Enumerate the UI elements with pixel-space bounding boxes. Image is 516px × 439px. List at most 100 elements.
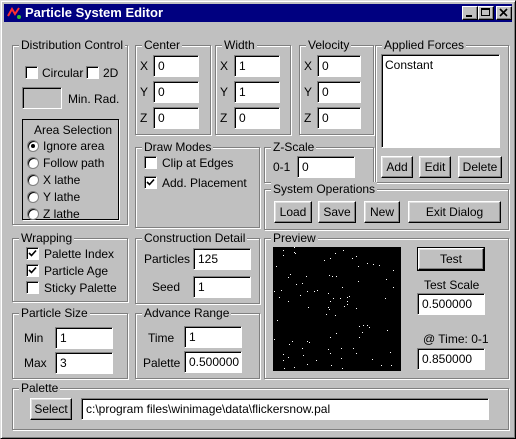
radio-ignore-area[interactable] — [27, 140, 39, 152]
width-x-input[interactable]: 1 — [234, 55, 280, 77]
preview-group: Preview Test Test Scale 0.500000 @ Time:… — [264, 231, 509, 379]
minimize-button[interactable] — [462, 6, 478, 20]
particle-dot — [330, 353, 331, 354]
width-x-label: X — [220, 59, 229, 73]
z-scale-input[interactable]: 0 — [297, 156, 355, 178]
palette-index-checkbox[interactable] — [26, 247, 39, 260]
velocity-x-input[interactable]: 0 — [317, 55, 361, 77]
option-follow-path: Follow path — [43, 156, 105, 170]
particle-dot — [328, 293, 329, 294]
draw-modes-group: Draw Modes Clip at Edges Add. Placement — [135, 140, 260, 228]
radio-y-lathe[interactable] — [27, 191, 39, 203]
center-x-label: X — [140, 59, 149, 73]
applied-forces-group: Applied Forces Constant Add Edit Delete — [375, 38, 509, 183]
velocity-label: Velocity — [306, 38, 352, 52]
velocity-z-input[interactable]: 0 — [317, 107, 361, 129]
particle-dot — [309, 342, 310, 343]
width-z-input[interactable]: 0 — [234, 107, 280, 129]
test-scale-input[interactable]: 0.500000 — [417, 293, 485, 315]
test-button[interactable]: Test — [417, 247, 485, 271]
particle-dot — [303, 355, 304, 356]
close-button[interactable] — [496, 6, 512, 20]
delete-force-button[interactable]: Delete — [458, 156, 502, 178]
velocity-group: Velocity X 0 Y 0 Z 0 — [299, 38, 374, 135]
advance-range-group: Advance Range Time 1 Palette 0.500000 — [135, 306, 260, 379]
area-selection-label: Area Selection — [34, 123, 113, 137]
twod-checkbox[interactable] — [86, 66, 99, 79]
load-button[interactable]: Load — [274, 201, 312, 223]
particle-dot — [294, 367, 295, 368]
particle-dot — [292, 341, 293, 342]
add-force-button[interactable]: Add — [381, 156, 413, 178]
particle-dot — [367, 263, 368, 264]
velocity-x-label: X — [304, 59, 313, 73]
radio-z-lathe[interactable] — [27, 208, 39, 220]
title-bar[interactable]: Particle System Editor — [4, 4, 512, 22]
center-x-input[interactable]: 0 — [153, 55, 199, 77]
center-z-input[interactable]: 0 — [153, 107, 199, 129]
particle-dot — [385, 298, 386, 299]
particle-system-editor-window: Particle System Editor Distribution Cont… — [0, 0, 516, 439]
forces-list[interactable]: Constant — [381, 54, 500, 148]
save-button[interactable]: Save — [318, 201, 356, 223]
maximize-button[interactable] — [478, 6, 494, 20]
radio-x-lathe[interactable] — [27, 174, 39, 186]
particle-size-label: Particle Size — [19, 306, 90, 320]
z-scale-range-label: 0-1 — [273, 160, 291, 174]
particle-dot — [356, 308, 357, 309]
add-placement-label: Add. Placement — [162, 176, 247, 190]
preview-canvas[interactable] — [273, 247, 401, 371]
particle-dot — [349, 296, 350, 297]
particle-dot — [288, 301, 289, 302]
sticky-palette-label: Sticky Palette — [44, 281, 117, 295]
time-input[interactable]: 0.850000 — [417, 348, 485, 370]
particle-dot — [381, 365, 382, 366]
sticky-palette-checkbox[interactable] — [26, 281, 39, 294]
exit-dialog-button[interactable]: Exit Dialog — [408, 201, 501, 223]
particle-dot — [347, 297, 348, 298]
center-z-label: Z — [140, 111, 148, 125]
advance-palette-input[interactable]: 0.500000 — [184, 351, 242, 373]
particle-dot — [335, 315, 336, 316]
min-rad-label: Min. Rad. — [68, 92, 120, 106]
advance-time-input[interactable]: 1 — [184, 326, 242, 348]
clip-at-edges-checkbox[interactable] — [144, 156, 157, 169]
min-size-label: Min — [24, 331, 44, 345]
particle-size-group: Particle Size Min 1 Max 3 — [12, 306, 128, 379]
max-size-label: Max — [24, 356, 47, 370]
radio-follow-path[interactable] — [27, 157, 39, 169]
particle-dot — [358, 281, 359, 282]
width-z-label: Z — [220, 111, 228, 125]
min-size-input[interactable]: 1 — [55, 327, 113, 349]
width-y-input[interactable]: 1 — [234, 81, 280, 103]
particle-dot — [290, 274, 291, 275]
checkmark-icon — [146, 178, 155, 186]
particle-dot — [359, 326, 360, 327]
particle-dot — [296, 284, 297, 285]
particle-age-checkbox[interactable] — [26, 264, 39, 277]
particle-age-label: Particle Age — [44, 264, 109, 278]
seed-input[interactable]: 1 — [193, 276, 251, 298]
list-item[interactable]: Constant — [385, 58, 433, 72]
construction-detail-label: Construction Detail — [142, 231, 248, 245]
add-placement-checkbox[interactable] — [144, 176, 157, 189]
circular-checkbox[interactable] — [25, 66, 38, 79]
center-y-input[interactable]: 0 — [153, 81, 199, 103]
particle-dot — [391, 365, 392, 366]
select-palette-button[interactable]: Select — [30, 398, 72, 420]
particle-dot — [342, 368, 343, 369]
palette-path-field[interactable]: c:\program files\winimage\data\flickersn… — [81, 398, 489, 420]
particle-dot — [326, 314, 327, 315]
particles-input[interactable]: 125 — [193, 248, 251, 270]
max-size-input[interactable]: 3 — [55, 352, 113, 374]
edit-force-button[interactable]: Edit — [419, 156, 451, 178]
particle-dot — [386, 279, 387, 280]
particle-dot — [307, 291, 308, 292]
min-rad-field[interactable] — [22, 87, 62, 109]
particle-dot — [341, 348, 342, 349]
new-button[interactable]: New — [364, 201, 400, 223]
particle-dot — [331, 365, 332, 366]
particle-dot — [314, 291, 315, 292]
palette-index-label: Palette Index — [44, 247, 115, 261]
velocity-y-input[interactable]: 0 — [317, 81, 361, 103]
